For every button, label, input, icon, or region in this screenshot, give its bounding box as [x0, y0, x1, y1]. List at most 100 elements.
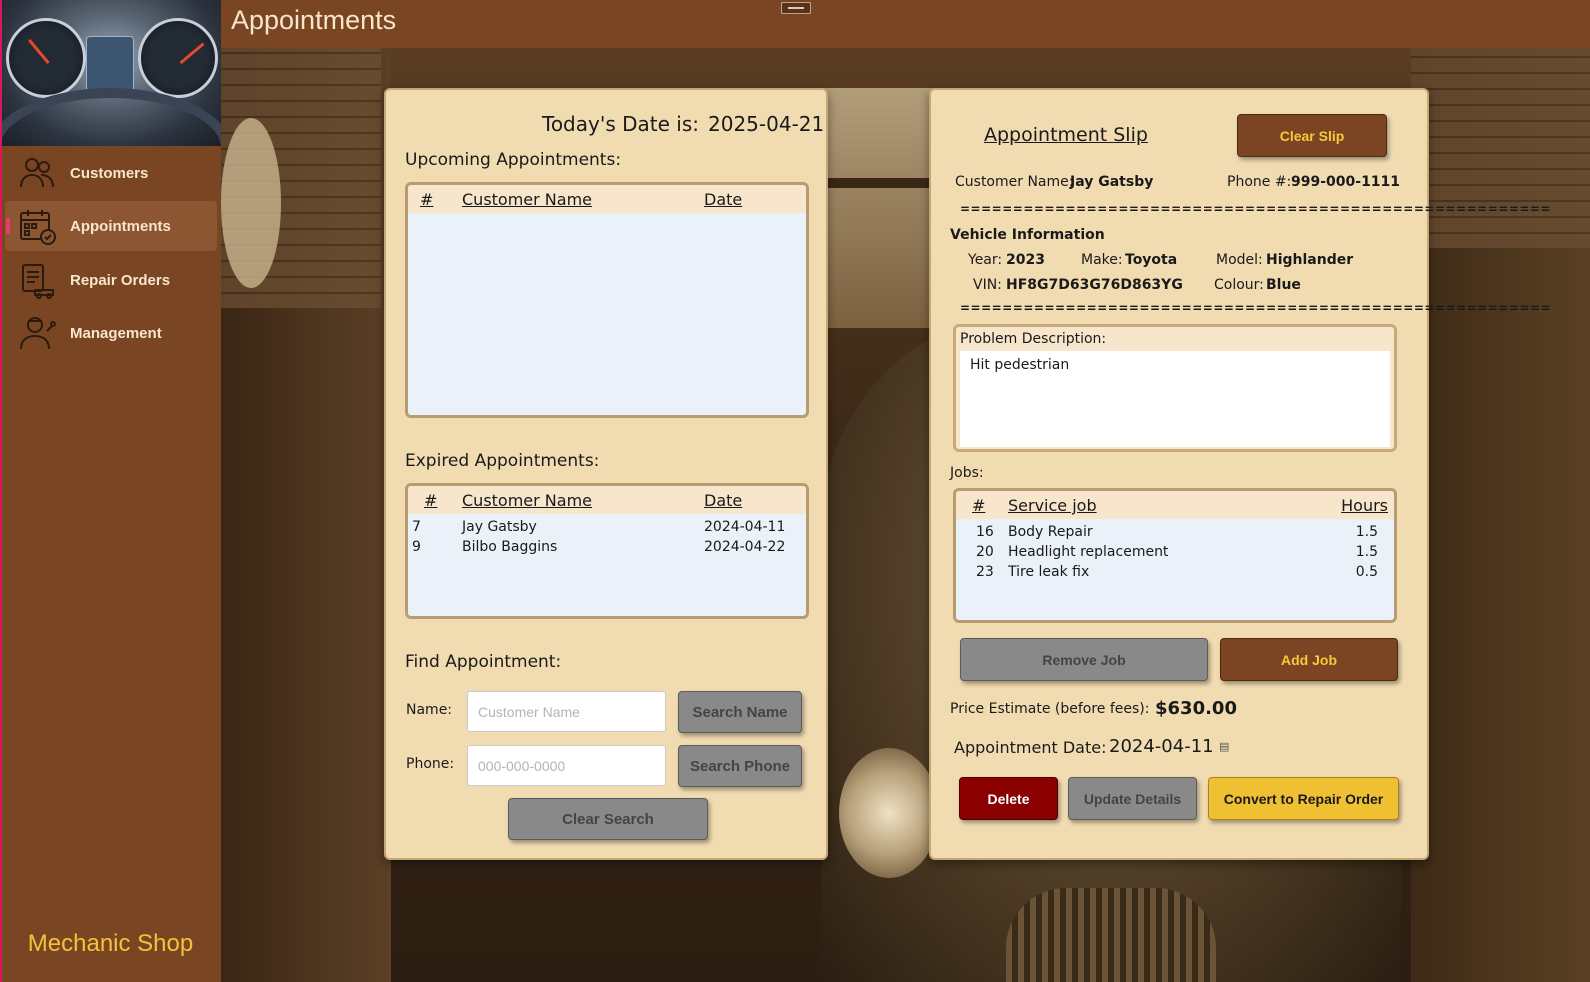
- row-hours: 0.5: [1355, 564, 1378, 580]
- table-row[interactable]: 7 Jay Gatsby 2024-04-11: [408, 518, 806, 538]
- customer-name-value: Jay Gatsby: [1070, 174, 1154, 190]
- dashboard-display: [86, 36, 134, 92]
- jobs-label: Jobs:: [950, 465, 984, 481]
- table-row[interactable]: 20 Headlight replacement 1.5: [956, 543, 1394, 563]
- problem-description-box: Problem Description: Hit pedestrian: [953, 324, 1397, 452]
- sidebar-item-management[interactable]: Management: [5, 308, 217, 358]
- row-service-job: Headlight replacement: [1008, 544, 1169, 560]
- sidebar-item-appointments[interactable]: Appointments: [5, 201, 217, 251]
- price-estimate-label: Price Estimate (before fees):: [950, 701, 1150, 717]
- row-date: 2024-04-11: [704, 519, 786, 535]
- clear-search-button[interactable]: Clear Search: [508, 798, 708, 840]
- delete-button[interactable]: Delete: [959, 777, 1058, 820]
- phone-label: Phone:: [406, 756, 455, 772]
- make-value: Toyota: [1125, 252, 1178, 268]
- column-header-id[interactable]: #: [420, 190, 433, 209]
- sidebar-item-label: Appointments: [70, 217, 171, 235]
- sidebar-item-customers[interactable]: Customers: [5, 148, 217, 198]
- row-service-job: Body Repair: [1008, 524, 1093, 540]
- speedometer-gauge: [138, 18, 218, 98]
- calendar-picker-icon[interactable]: ▤: [1219, 740, 1229, 753]
- today-date-label: Today's Date is:: [542, 112, 699, 136]
- row-id: 16: [976, 524, 994, 540]
- jobs-list[interactable]: # Service job Hours 16 Body Repair 1.5 2…: [953, 488, 1397, 623]
- problem-description-field[interactable]: Hit pedestrian: [960, 351, 1390, 447]
- separator-line: ========================================…: [960, 202, 1552, 216]
- sidebar-item-repair-orders[interactable]: Repair Orders: [5, 255, 217, 305]
- phone-search-input[interactable]: [467, 745, 666, 786]
- active-indicator: [6, 218, 10, 234]
- column-header-date[interactable]: Date: [704, 190, 742, 209]
- column-header-service-job[interactable]: Service job: [1008, 496, 1097, 515]
- row-hours: 1.5: [1355, 524, 1378, 540]
- page-title: Appointments: [231, 5, 397, 35]
- row-id: 9: [412, 539, 421, 555]
- today-date-value: 2025-04-21: [708, 112, 825, 136]
- price-estimate-value: $630.00: [1155, 698, 1237, 719]
- model-label: Model:: [1216, 252, 1263, 268]
- separator-line: ========================================…: [960, 301, 1552, 315]
- add-job-button[interactable]: Add Job: [1220, 638, 1398, 681]
- row-id: 23: [976, 564, 994, 580]
- problem-description-label: Problem Description:: [960, 331, 1107, 347]
- list-header: # Service job Hours: [956, 491, 1394, 519]
- table-row[interactable]: 9 Bilbo Baggins 2024-04-22: [408, 538, 806, 558]
- row-hours: 1.5: [1355, 544, 1378, 560]
- column-header-hours[interactable]: Hours: [1341, 496, 1388, 515]
- row-customer-name: Jay Gatsby: [462, 519, 537, 535]
- remove-job-button[interactable]: Remove Job: [960, 638, 1208, 681]
- convert-to-repair-order-button[interactable]: Convert to Repair Order: [1208, 777, 1399, 820]
- column-header-customer-name[interactable]: Customer Name: [462, 190, 592, 209]
- window-grip-handle[interactable]: [781, 2, 811, 14]
- customers-icon: [17, 153, 57, 193]
- search-name-button[interactable]: Search Name: [678, 691, 802, 733]
- customer-name-label: Customer Name:: [955, 174, 1074, 190]
- column-header-customer-name[interactable]: Customer Name: [462, 491, 592, 510]
- header: Appointments: [221, 0, 1590, 48]
- upcoming-appointments-list[interactable]: # Customer Name Date: [405, 182, 809, 418]
- colour-value: Blue: [1266, 277, 1301, 293]
- clear-slip-button[interactable]: Clear Slip: [1237, 114, 1387, 157]
- row-service-job: Tire leak fix: [1008, 564, 1090, 580]
- sidebar-item-label: Customers: [70, 164, 149, 182]
- tachometer-gauge: [6, 18, 86, 98]
- column-header-id[interactable]: #: [972, 496, 985, 515]
- list-header: # Customer Name Date: [408, 185, 806, 213]
- row-customer-name: Bilbo Baggins: [462, 539, 558, 555]
- upcoming-appointments-title: Upcoming Appointments:: [405, 150, 622, 170]
- slip-title: Appointment Slip: [984, 124, 1148, 146]
- update-details-button[interactable]: Update Details: [1068, 777, 1197, 820]
- make-label: Make:: [1081, 252, 1123, 268]
- model-value: Highlander: [1266, 252, 1354, 268]
- search-phone-button[interactable]: Search Phone: [678, 745, 802, 787]
- customer-name-search-input[interactable]: [467, 691, 666, 732]
- sidebar-item-label: Management: [70, 324, 162, 342]
- sidebar-item-label: Repair Orders: [70, 271, 171, 289]
- list-header: # Customer Name Date: [408, 486, 806, 514]
- table-row[interactable]: 16 Body Repair 1.5: [956, 523, 1394, 543]
- phone-label: Phone #:: [1227, 174, 1292, 190]
- sidebar: Customers Appointments Repair Orders Man…: [0, 0, 221, 982]
- management-icon: [17, 313, 57, 353]
- repair-orders-icon: [17, 260, 57, 300]
- row-id: 7: [412, 519, 421, 535]
- appointment-slip-panel: Appointment Slip Clear Slip Customer Nam…: [929, 88, 1551, 860]
- appointment-date-value[interactable]: 2024-04-11: [1109, 736, 1214, 757]
- colour-label: Colour:: [1214, 277, 1264, 293]
- brand-name: Mechanic Shop: [27, 930, 194, 957]
- table-row[interactable]: 23 Tire leak fix 0.5: [956, 563, 1394, 583]
- sidebar-accent-line: [0, 0, 2, 982]
- appointments-calendar-icon: [17, 206, 57, 246]
- row-id: 20: [976, 544, 994, 560]
- appointment-date-label: Appointment Date:: [954, 738, 1107, 757]
- expired-appointments-title: Expired Appointments:: [405, 451, 600, 471]
- phone-value: 999-000-1111: [1291, 174, 1401, 190]
- expired-appointments-list[interactable]: # Customer Name Date 7 Jay Gatsby 2024-0…: [405, 483, 809, 619]
- vehicle-info-title: Vehicle Information: [950, 227, 1105, 243]
- vin-label: VIN:: [973, 277, 1002, 293]
- year-value: 2023: [1006, 252, 1045, 268]
- column-header-date[interactable]: Date: [704, 491, 742, 510]
- name-label: Name:: [406, 702, 453, 718]
- dashboard-image: [0, 0, 221, 146]
- column-header-id[interactable]: #: [424, 491, 437, 510]
